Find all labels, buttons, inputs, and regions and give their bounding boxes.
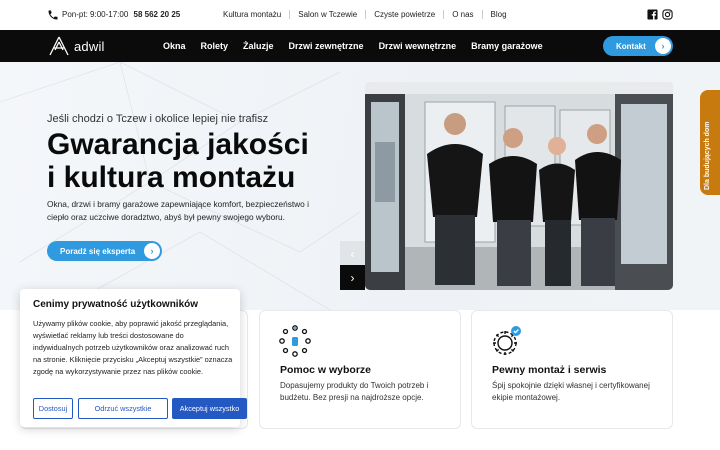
cookie-reject-button[interactable]: Odrzuć wszystkie bbox=[78, 398, 168, 419]
feature-card-install: Pewny montaż i serwis Śpij spokojnie dzi… bbox=[471, 310, 673, 429]
top-link-kultura[interactable]: Kultura montażu bbox=[215, 10, 289, 19]
nav-item-zaluzje[interactable]: Żaluzje bbox=[243, 41, 274, 51]
feature-title-install: Pewny montaż i serwis bbox=[492, 364, 607, 376]
hero-headline: Gwarancja jakości i kultura montażu bbox=[47, 128, 309, 194]
chevron-right-icon: › bbox=[350, 270, 355, 285]
main-navigation: adwil Okna Rolety Żaluzje Drzwi zewnętrz… bbox=[0, 30, 720, 62]
team-photo bbox=[365, 82, 673, 290]
logo-mark-icon bbox=[49, 36, 69, 56]
contact-button[interactable]: Kontakt › bbox=[603, 36, 673, 56]
nav-item-bramy-garazowe[interactable]: Bramy garażowe bbox=[471, 41, 543, 51]
phone-icon bbox=[48, 10, 58, 20]
feature-card-choice: Pomoc w wyborze Dopasujemy produkty do T… bbox=[259, 310, 461, 429]
top-link-salon[interactable]: Salon w Tczewie bbox=[289, 10, 365, 19]
side-tab-builders[interactable]: Dla budujących dom bbox=[700, 90, 720, 195]
chevron-right-icon: › bbox=[144, 243, 160, 259]
options-network-icon bbox=[279, 325, 311, 357]
hours-label: Pon-pt: 9:00-17:00 bbox=[62, 10, 129, 19]
phone-number[interactable]: 58 562 20 25 bbox=[134, 10, 181, 19]
gear-check-icon bbox=[493, 326, 521, 355]
side-tab-label: Dla budujących dom bbox=[704, 121, 711, 190]
top-bar: Pon-pt: 9:00-17:00 58 562 20 25 Kultura … bbox=[0, 0, 720, 30]
facebook-icon[interactable] bbox=[647, 9, 658, 20]
chevron-left-icon: ‹ bbox=[350, 246, 355, 261]
cookie-title: Cenimy prywatność użytkowników bbox=[33, 299, 199, 310]
cookie-accept-button[interactable]: Akceptuj wszystko bbox=[172, 398, 247, 419]
hero-subtitle: Jeśli chodzi o Tczew i okolice lepiej ni… bbox=[47, 113, 269, 125]
nav-item-drzwi-zewnetrzne[interactable]: Drzwi zewnętrzne bbox=[289, 41, 364, 51]
logo[interactable]: adwil bbox=[48, 36, 105, 56]
chevron-right-icon: › bbox=[655, 38, 671, 54]
headline-line-2: i kultura montażu bbox=[47, 161, 296, 194]
top-link-blog[interactable]: Blog bbox=[481, 10, 515, 19]
top-nav: Kultura montażu Salon w Tczewie Czyste p… bbox=[215, 10, 515, 19]
instagram-icon[interactable] bbox=[662, 9, 673, 20]
ask-expert-label: Poradź się eksperta bbox=[60, 246, 136, 256]
main-menu: Okna Rolety Żaluzje Drzwi zewnętrzne Drz… bbox=[163, 30, 558, 62]
team-photo-illustration bbox=[365, 82, 673, 290]
slider-prev-button[interactable]: ‹ bbox=[340, 241, 365, 266]
contact-hours: Pon-pt: 9:00-17:00 58 562 20 25 bbox=[62, 10, 180, 19]
top-link-czyste-powietrze[interactable]: Czyste powietrze bbox=[365, 10, 443, 19]
ask-expert-button[interactable]: Poradź się eksperta › bbox=[47, 241, 162, 261]
feature-text-install: Śpij spokojnie dzięki własnej i certyfik… bbox=[492, 381, 650, 402]
cookie-customize-button[interactable]: Dostosuj bbox=[33, 398, 73, 419]
contact-button-label: Kontakt bbox=[616, 41, 646, 51]
cookie-consent-dialog: Cenimy prywatność użytkowników Używamy p… bbox=[20, 289, 247, 427]
nav-item-rolety[interactable]: Rolety bbox=[201, 41, 229, 51]
logo-text: adwil bbox=[74, 38, 105, 54]
hero-description: Okna, drzwi i bramy garażowe zapewniając… bbox=[47, 199, 309, 222]
headline-line-1: Gwarancja jakości bbox=[47, 128, 309, 161]
top-link-o-nas[interactable]: O nas bbox=[443, 10, 481, 19]
feature-text-choice: Dopasujemy produkty do Twoich potrzeb i … bbox=[280, 381, 429, 402]
feature-title-choice: Pomoc w wyborze bbox=[280, 364, 372, 376]
nav-item-okna[interactable]: Okna bbox=[163, 41, 186, 51]
slider-next-button[interactable]: › bbox=[340, 265, 365, 290]
nav-item-drzwi-wewnetrzne[interactable]: Drzwi wewnętrzne bbox=[379, 41, 457, 51]
cookie-text: Używamy plików cookie, aby poprawić jako… bbox=[33, 319, 233, 376]
